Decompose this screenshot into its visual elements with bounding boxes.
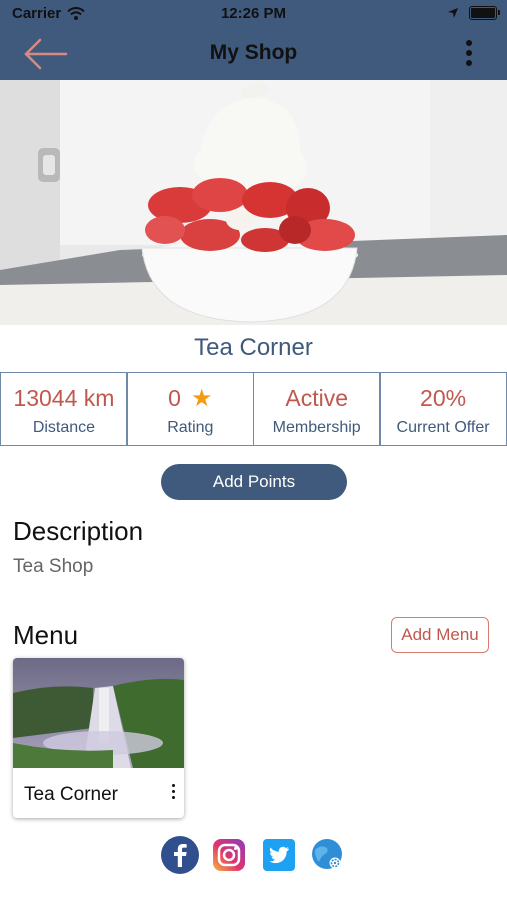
stat-current-offer: 20% Current Offer [379,372,507,446]
location-arrow-icon [448,8,458,18]
description-heading: Description [13,516,144,546]
distance-label: Distance [32,419,96,436]
star-icon: ★ [190,384,213,412]
status-right [447,6,500,20]
add-points-button[interactable]: Add Points [161,464,347,500]
menu-item-options-icon[interactable] [168,784,178,804]
stat-rating: 0 ★ Rating [126,372,255,446]
rating-value: 0 [168,384,181,411]
twitter-icon[interactable] [262,838,296,872]
status-bar: Carrier 12:26 PM [0,0,507,28]
more-options-icon[interactable] [463,40,475,70]
stat-membership: Active Membership [252,372,381,446]
offer-value: 20% [420,384,467,411]
rating-label: Rating [167,419,214,436]
navigation-bar: My Shop [0,28,507,80]
battery-icon [469,6,500,20]
add-menu-button[interactable]: Add Menu [391,617,489,653]
membership-value: Active [285,384,348,411]
shop-name: Tea Corner [194,334,313,361]
facebook-icon[interactable] [161,836,199,874]
page-title: My Shop [209,41,298,64]
offer-label: Current Offer [396,419,490,436]
menu-item-image [13,658,184,768]
shop-hero-image [0,80,507,325]
distance-value: 13044 km [13,384,115,411]
menu-heading: Menu [13,620,79,650]
membership-label: Membership [272,419,361,436]
stat-distance: 13044 km Distance [0,372,128,446]
description-text: Tea Shop [13,556,94,577]
menu-item-name: Tea Corner [24,784,118,805]
status-time: 12:26 PM [220,5,287,22]
menu-item-card[interactable]: Tea Corner [13,658,184,818]
stats-row: 13044 km Distance 0 ★ Rating Active Memb… [0,372,507,446]
website-icon[interactable] [311,838,345,872]
instagram-icon[interactable] [211,837,247,873]
